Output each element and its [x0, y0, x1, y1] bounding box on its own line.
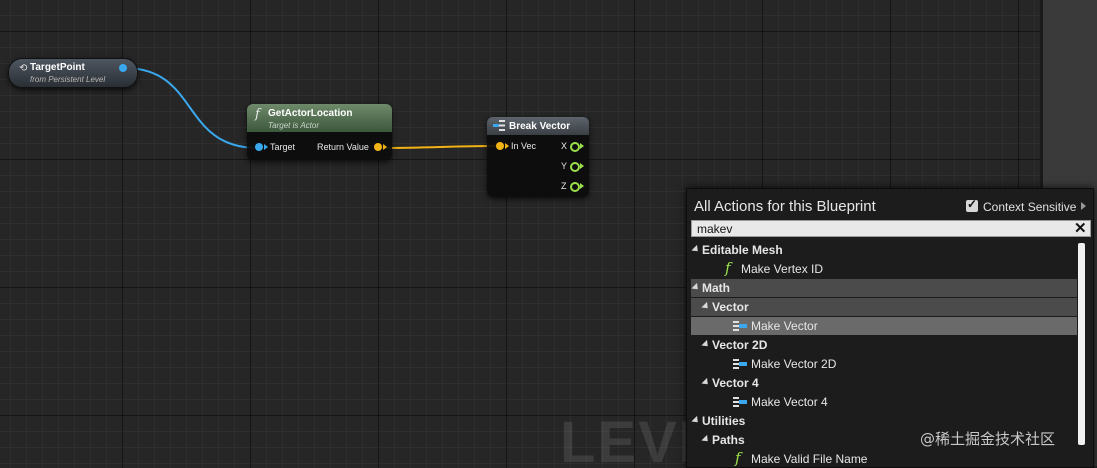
targetpoint-node[interactable]: ⟲ TargetPoint from Persistent Level: [8, 58, 138, 88]
y-output-pin[interactable]: [570, 162, 580, 172]
pin-label: Return Value: [317, 142, 369, 152]
category-label: Vector: [712, 300, 749, 314]
pin-arrow-icon: [580, 143, 584, 149]
function-icon: f: [735, 449, 741, 467]
action-label: Make Vector 4: [751, 395, 828, 409]
z-output-pin[interactable]: [570, 182, 580, 192]
pin-arrow-icon: [580, 183, 584, 189]
node-title: Break Vector: [509, 121, 571, 132]
site-watermark: @稀土掘金技术社区: [920, 430, 1056, 448]
pin-label: Y: [561, 161, 568, 171]
category-label: Vector 2D: [712, 338, 768, 352]
node-subtitle: from Persistent Level: [30, 75, 106, 84]
output-pin[interactable]: [119, 64, 127, 72]
category-label: Utilities: [702, 414, 746, 428]
target-input-pin[interactable]: [255, 143, 263, 151]
in-vec-pin[interactable]: [496, 142, 504, 150]
node-title: TargetPoint: [30, 62, 85, 73]
node-body: Target Return Value: [247, 132, 392, 160]
get-actor-location-node[interactable]: f GetActorLocation Target is Actor Targe…: [247, 104, 392, 160]
pin-label: X: [561, 141, 568, 151]
make-struct-icon: [733, 321, 747, 331]
action-row[interactable]: Make Vector: [691, 317, 1077, 335]
make-struct-icon: [733, 397, 747, 407]
pin-arrow-icon: [580, 163, 584, 169]
x-output-pin[interactable]: [570, 142, 580, 152]
object-wire: [123, 67, 259, 149]
function-icon: f: [725, 259, 731, 277]
collapse-arrow-icon[interactable]: [701, 434, 711, 445]
collapse-arrow-icon[interactable]: [691, 244, 701, 255]
category-row[interactable]: Vector: [691, 298, 1077, 316]
context-sensitive-label: Context Sensitive: [983, 200, 1077, 214]
action-menu: All Actions for this Blueprint ✓ Context…: [686, 188, 1094, 468]
action-label: Make Valid File Name: [751, 452, 868, 466]
menu-title: All Actions for this Blueprint: [694, 198, 876, 215]
node-body: In Vec X Y Z: [487, 135, 589, 197]
actor-reference-icon: ⟲: [19, 63, 28, 74]
category-row[interactable]: Vector 4: [691, 374, 1077, 392]
node-header: f GetActorLocation Target is Actor: [247, 104, 392, 132]
category-label: Math: [702, 281, 730, 295]
break-vector-node[interactable]: Break Vector In Vec X Y Z: [487, 117, 589, 197]
return-value-pin[interactable]: [374, 143, 382, 151]
node-subtitle: Target is Actor: [268, 121, 319, 130]
collapse-arrow-icon[interactable]: [701, 301, 711, 312]
pin-arrow-icon: [383, 144, 387, 150]
action-label: Make Vector 2D: [751, 357, 837, 371]
action-row[interactable]: f Make Valid File Name: [691, 449, 1077, 467]
expand-arrow-icon[interactable]: [1081, 202, 1086, 210]
action-list-scrollbar[interactable]: [1078, 243, 1085, 445]
collapse-arrow-icon[interactable]: [701, 339, 711, 350]
category-label: Paths: [712, 433, 745, 447]
action-label: Make Vertex ID: [741, 262, 824, 276]
category-row[interactable]: Editable Mesh: [691, 241, 1077, 259]
pin-arrow-icon: [264, 144, 268, 150]
action-row[interactable]: Make Vector 2D: [691, 355, 1077, 373]
pin-arrow-icon: [505, 143, 509, 149]
break-struct-icon: [493, 120, 505, 131]
action-row[interactable]: Make Vector 4: [691, 393, 1077, 411]
collapse-arrow-icon[interactable]: [691, 282, 701, 293]
context-sensitive-checkbox[interactable]: ✓: [966, 197, 978, 212]
node-title: GetActorLocation: [268, 108, 353, 119]
pin-label: In Vec: [511, 141, 537, 151]
category-label: Editable Mesh: [702, 243, 783, 257]
search-input[interactable]: [691, 220, 1091, 237]
clear-search-icon[interactable]: ✕: [1074, 219, 1087, 237]
check-icon: ✓: [967, 197, 978, 211]
collapse-arrow-icon[interactable]: [701, 377, 711, 388]
collapse-arrow-icon[interactable]: [691, 415, 701, 426]
pin-label: Target: [270, 142, 296, 152]
category-label: Vector 4: [712, 376, 759, 390]
pin-label: Z: [561, 181, 567, 191]
make-struct-icon: [733, 359, 747, 369]
category-row[interactable]: Math: [691, 279, 1077, 297]
node-header: Break Vector: [487, 117, 589, 135]
action-label: Make Vector: [751, 319, 818, 333]
action-row[interactable]: f Make Vertex ID: [691, 259, 1077, 278]
function-icon: f: [255, 107, 260, 122]
category-row[interactable]: Vector 2D: [691, 336, 1077, 354]
vector-wire: [377, 145, 500, 149]
